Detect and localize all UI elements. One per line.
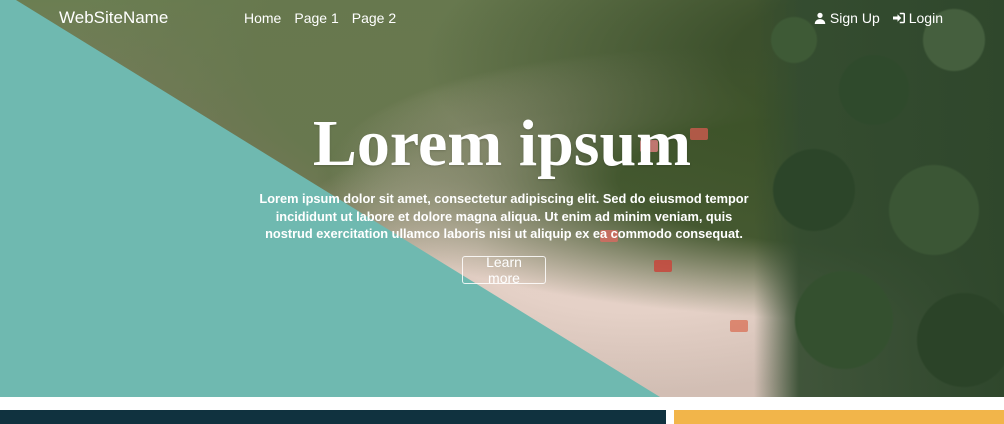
gold-section-bar: [674, 410, 1004, 424]
auth-links: Sign Up Login: [814, 10, 943, 26]
sign-up-label: Sign Up: [829, 10, 880, 26]
learn-more-button[interactable]: Learn more: [462, 254, 546, 286]
login-link[interactable]: Login: [892, 10, 943, 26]
nav-links: Home Page 1 Page 2: [244, 10, 396, 26]
brand-link[interactable]: WebSiteName: [59, 8, 168, 28]
login-icon: [892, 12, 905, 24]
login-label: Login: [908, 10, 943, 26]
nav-link-page-1[interactable]: Page 1: [294, 10, 338, 26]
user-icon: [814, 12, 826, 24]
nav-link-page-2[interactable]: Page 2: [352, 10, 396, 26]
navbar: WebSiteName Home Page 1 Page 2 Sign Up L…: [0, 0, 1004, 36]
hero-title: Lorem ipsum: [312, 107, 692, 180]
sign-up-link[interactable]: Sign Up: [814, 10, 880, 26]
nav-link-home[interactable]: Home: [244, 10, 281, 26]
hero-text: Lorem ipsum dolor sit amet, consectetur …: [259, 191, 749, 241]
dark-section-bar: [0, 410, 666, 424]
hero-section: WebSiteName Home Page 1 Page 2 Sign Up L…: [0, 0, 1004, 397]
